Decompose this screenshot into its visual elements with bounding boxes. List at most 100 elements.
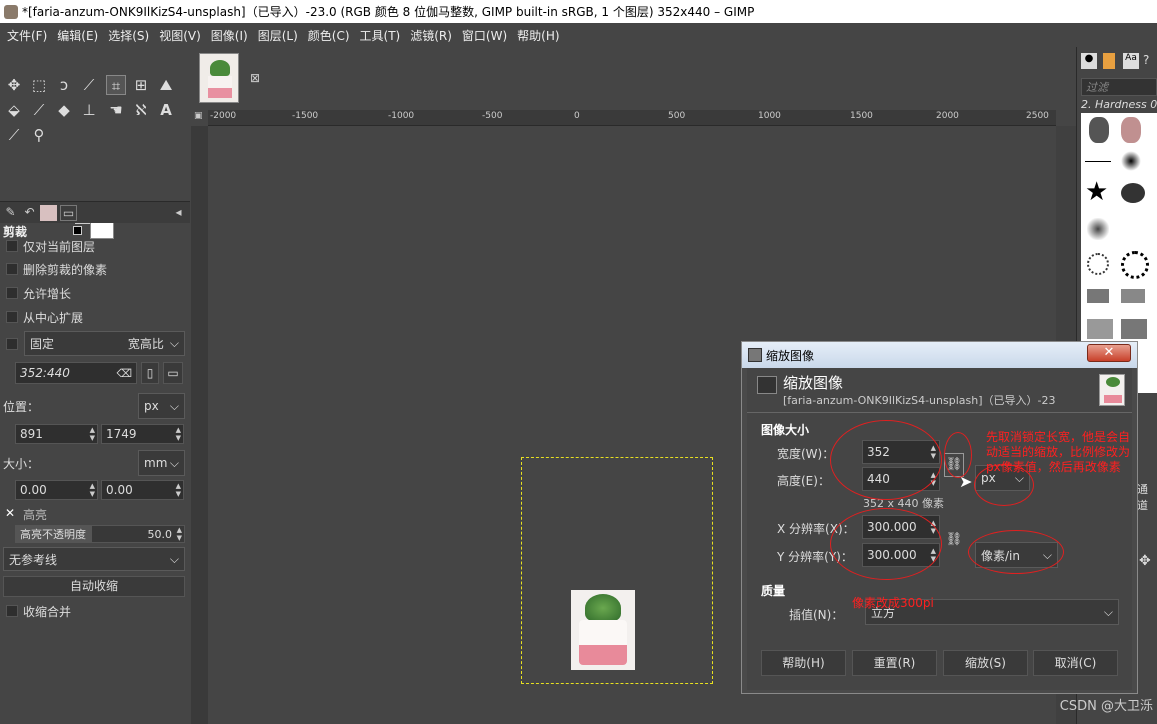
crop-tool-icon[interactable]: ⌗ bbox=[106, 75, 126, 95]
help-icon[interactable]: ? bbox=[1143, 53, 1157, 69]
brush-thumb[interactable] bbox=[1089, 117, 1109, 143]
brush-thumb[interactable] bbox=[1121, 151, 1141, 171]
reset-button[interactable]: 重置(R) bbox=[852, 650, 937, 676]
landscape-icon[interactable]: ▭ bbox=[163, 362, 183, 384]
clear-icon[interactable]: ⌫ bbox=[116, 367, 132, 380]
star-brush-icon[interactable]: ★ bbox=[1085, 177, 1108, 207]
menu-select[interactable]: 选择(S) bbox=[103, 27, 154, 44]
spin-arrows-icon[interactable]: ▲ ▼ bbox=[90, 482, 95, 498]
highlight-checked-icon[interactable]: ✕ bbox=[5, 506, 15, 520]
lasso-icon[interactable]: ↄ bbox=[54, 75, 74, 95]
fixed-checkbox[interactable] bbox=[6, 338, 18, 350]
cancel-button[interactable]: 取消(C) bbox=[1033, 650, 1118, 676]
delete-cropped-checkbox[interactable] bbox=[6, 263, 18, 275]
gimp-app-icon bbox=[4, 4, 18, 19]
menu-file[interactable]: 文件(F) bbox=[2, 27, 52, 44]
annotation-note-unlock: 先取消锁定长宽，他是会自动适当的缩放，比例修改为px像素值，然后再改像素 bbox=[986, 430, 1131, 474]
fonts-tab-icon[interactable]: Aa bbox=[1123, 53, 1139, 69]
tool-options-tab-icon[interactable]: ✎ bbox=[2, 205, 19, 221]
menu-help[interactable]: 帮助(H) bbox=[512, 27, 564, 44]
rect-select-icon[interactable]: ⬚ bbox=[29, 75, 49, 95]
color-picker-icon[interactable]: ⟋ bbox=[4, 125, 24, 145]
help-button[interactable]: 帮助(H) bbox=[761, 650, 846, 676]
spin-arrows-icon[interactable]: ▲ ▼ bbox=[177, 526, 182, 542]
brush-thumb[interactable] bbox=[1085, 161, 1111, 162]
menu-image[interactable]: 图像(I) bbox=[206, 27, 253, 44]
device-status-tab-icon[interactable]: ▭ bbox=[60, 205, 77, 221]
allow-growing-checkbox[interactable] bbox=[6, 287, 18, 299]
portrait-icon[interactable]: ▯ bbox=[141, 362, 159, 384]
chevron-down-icon: ⌵ bbox=[1103, 604, 1113, 619]
warp-transform-icon[interactable]: ⛰ bbox=[156, 75, 176, 95]
close-tab-icon[interactable]: ⊠ bbox=[250, 71, 260, 85]
position-y-input[interactable]: 1749 ▲ ▼ bbox=[101, 424, 184, 444]
aspect-ratio-input[interactable]: 352:440 ⌫ bbox=[15, 362, 137, 384]
brush-thumb[interactable] bbox=[1121, 319, 1147, 339]
canvas-image[interactable] bbox=[571, 590, 635, 670]
brush-thumb[interactable] bbox=[1087, 218, 1109, 240]
dialog-app-icon bbox=[748, 348, 762, 362]
highlight-opacity-label: 高亮不透明度 bbox=[20, 528, 86, 541]
size-height-value: 0.00 bbox=[106, 483, 133, 497]
images-tab-icon[interactable] bbox=[40, 205, 57, 221]
size-width-input[interactable]: 0.00 ▲ ▼ bbox=[15, 480, 98, 500]
position-x-value: 891 bbox=[20, 427, 43, 441]
spin-arrows-icon[interactable]: ▲ ▼ bbox=[90, 426, 95, 442]
brush-thumb[interactable] bbox=[1087, 289, 1109, 303]
ruler-corner-icon[interactable]: ▣ bbox=[194, 111, 203, 121]
highlight-opacity-slider[interactable]: 高亮不透明度 50.0 ▲ ▼ bbox=[15, 525, 185, 543]
clone-icon[interactable]: ⊥ bbox=[79, 100, 99, 120]
move-tool-icon[interactable]: ✥ bbox=[4, 75, 24, 95]
dialog-close-button[interactable]: ✕ bbox=[1087, 344, 1131, 362]
guides-combo[interactable]: 无参考线 ⌵ bbox=[3, 547, 185, 571]
brushes-tab-icon[interactable]: ● bbox=[1081, 53, 1097, 69]
ruler-tick: -1500 bbox=[292, 111, 319, 121]
patterns-tab-icon[interactable] bbox=[1103, 53, 1115, 69]
window-title: *[faria-anzum-ONK9IlKizS4-unsplash]（已导入）… bbox=[22, 5, 755, 19]
menu-tools[interactable]: 工具(T) bbox=[355, 27, 406, 44]
expand-center-checkbox[interactable] bbox=[6, 311, 18, 323]
menu-view[interactable]: 视图(V) bbox=[154, 27, 206, 44]
brush-thumb[interactable] bbox=[1121, 251, 1149, 279]
brush-filter-input[interactable]: 过滤 bbox=[1081, 78, 1157, 96]
size-height-input[interactable]: 0.00 ▲ ▼ bbox=[101, 480, 184, 500]
undo-history-tab-icon[interactable]: ↶ bbox=[21, 205, 38, 221]
only-current-layer-checkbox[interactable] bbox=[6, 240, 18, 252]
brush-thumb[interactable] bbox=[1087, 253, 1109, 275]
menu-layer[interactable]: 图层(L) bbox=[253, 27, 303, 44]
brush-thumb[interactable] bbox=[1121, 117, 1141, 143]
dock-menu-icon[interactable]: ◂ bbox=[170, 205, 187, 221]
text-tool-icon[interactable]: A bbox=[156, 100, 176, 120]
menu-windows[interactable]: 窗口(W) bbox=[457, 27, 512, 44]
smudge-icon[interactable]: ☚ bbox=[106, 100, 126, 120]
highlight-label: 高亮 bbox=[23, 508, 48, 522]
bucket-fill-icon[interactable]: ⬙ bbox=[4, 100, 24, 120]
shrink-merged-checkbox[interactable] bbox=[6, 605, 18, 617]
menu-edit[interactable]: 编辑(E) bbox=[52, 27, 103, 44]
image-tab-thumbnail[interactable] bbox=[199, 53, 239, 103]
paintbrush-icon[interactable]: ⟋ bbox=[29, 100, 49, 120]
eraser-icon[interactable]: ◆ bbox=[54, 100, 74, 120]
position-x-input[interactable]: 891 ▲ ▼ bbox=[15, 424, 98, 444]
resolution-chain-icon[interactable]: ⛓ bbox=[945, 523, 963, 557]
brush-thumb[interactable] bbox=[1121, 183, 1145, 203]
default-colors-icon[interactable] bbox=[73, 226, 82, 235]
move-icon[interactable]: ✥ bbox=[1139, 553, 1151, 569]
zoom-icon[interactable]: ⚲ bbox=[29, 125, 49, 145]
auto-shrink-button[interactable]: 自动收缩 bbox=[3, 576, 185, 597]
paths-icon[interactable]: ℵ bbox=[131, 100, 151, 120]
unified-transform-icon[interactable]: ⊞ bbox=[131, 75, 151, 95]
spin-arrows-icon[interactable]: ▲ ▼ bbox=[176, 426, 181, 442]
position-unit-combo[interactable]: px ⌵ bbox=[138, 393, 185, 419]
fixed-aspect-combo[interactable]: 固定 宽高比 ⌵ bbox=[24, 331, 185, 356]
scale-button[interactable]: 缩放(S) bbox=[943, 650, 1028, 676]
brush-thumb[interactable] bbox=[1121, 289, 1145, 303]
size-unit-combo[interactable]: mm ⌵ bbox=[138, 450, 185, 476]
menu-colors[interactable]: 颜色(C) bbox=[303, 27, 355, 44]
menu-filters[interactable]: 滤镜(R) bbox=[405, 27, 457, 44]
spin-arrows-icon[interactable]: ▲ ▼ bbox=[176, 482, 181, 498]
brush-thumb[interactable] bbox=[1087, 319, 1113, 339]
fixed-label: 固定 bbox=[30, 337, 55, 351]
thumb-pot bbox=[208, 76, 232, 98]
fuzzy-select-icon[interactable]: ⟋ bbox=[79, 75, 99, 95]
